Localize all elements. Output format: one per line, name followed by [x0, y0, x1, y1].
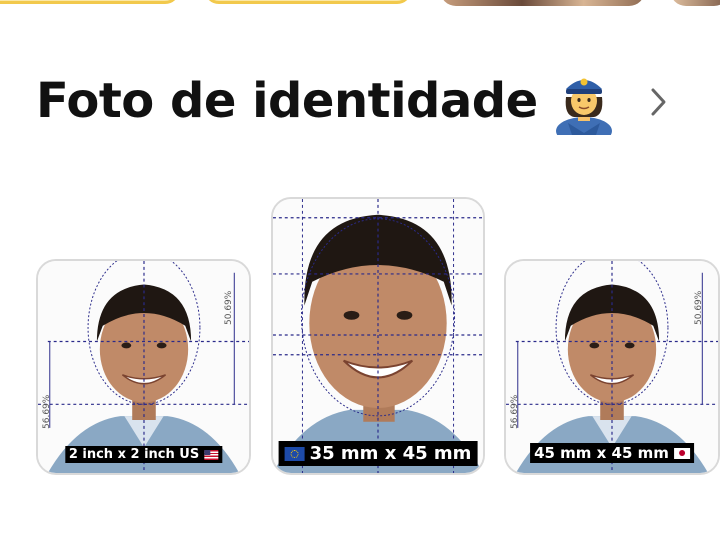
previous-row-chip-1[interactable]: [0, 0, 180, 4]
id-photo-card-jp[interactable]: 50.69% 56.69% 45 mm x 45 mm: [504, 259, 720, 475]
size-label-text: 2 inch x 2 inch US: [68, 447, 200, 462]
guide-percent-top: 50.69%: [224, 290, 234, 325]
portrait-photo: [38, 261, 249, 473]
eu-flag-icon: [284, 446, 305, 461]
portrait-photo: [273, 199, 483, 473]
photo-size-label: 45 mm x 45 mm: [530, 443, 694, 463]
id-photo-card-us[interactable]: 50.69% 56.69% 2 inch x 2 inch US: [36, 259, 251, 475]
section-header[interactable]: Foto de identidade: [36, 66, 614, 136]
photo-size-label: 2 inch x 2 inch US: [64, 446, 223, 463]
size-label-text: 35 mm x 45 mm: [309, 443, 472, 464]
guide-percent-bottom: 56.69%: [510, 394, 520, 429]
previous-row-chip-2[interactable]: [204, 0, 412, 4]
chevron-right-icon[interactable]: [648, 86, 670, 118]
jp-flag-icon: [673, 447, 690, 459]
id-photo-card-eu[interactable]: 35 mm x 45 mm: [271, 197, 485, 475]
previous-row-photo-2[interactable]: [670, 0, 720, 6]
size-label-text: 45 mm x 45 mm: [534, 444, 669, 462]
section-title: Foto de identidade: [36, 73, 538, 129]
photo-size-label: 35 mm x 45 mm: [278, 441, 478, 466]
guide-percent-top: 50.69%: [694, 290, 704, 325]
previous-row-photo-1[interactable]: [440, 0, 645, 6]
guide-percent-bottom: 56.69%: [42, 394, 52, 429]
police-officer-icon: [555, 78, 612, 135]
portrait-photo: [506, 261, 718, 473]
us-flag-icon: [204, 449, 219, 460]
